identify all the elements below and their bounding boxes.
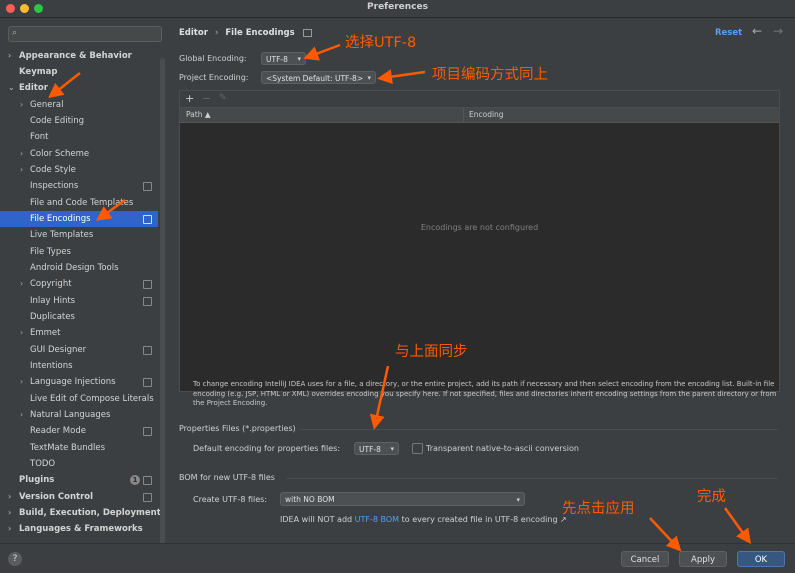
annotation-arrows	[48, 43, 751, 552]
annotation-select-utf8: 选择UTF-8	[345, 35, 417, 51]
annotation-arrow	[377, 69, 426, 85]
annotation-sync: 与上面同步	[395, 344, 468, 360]
annotation-arrow	[303, 43, 341, 61]
preferences-window: Preferences ⌕ › Appearance & Behavior Key…	[0, 0, 795, 573]
annotation-arrow	[649, 517, 682, 552]
annotation-apply-first: 先点击应用	[562, 501, 635, 517]
annotation-arrow	[369, 365, 390, 430]
annotation-arrow	[48, 72, 81, 99]
annotation-done: 完成	[697, 489, 726, 505]
annotation-arrow	[95, 198, 126, 221]
annotation-arrow	[723, 507, 751, 545]
annotation-project-same: 项目编码方式同上	[432, 67, 548, 83]
